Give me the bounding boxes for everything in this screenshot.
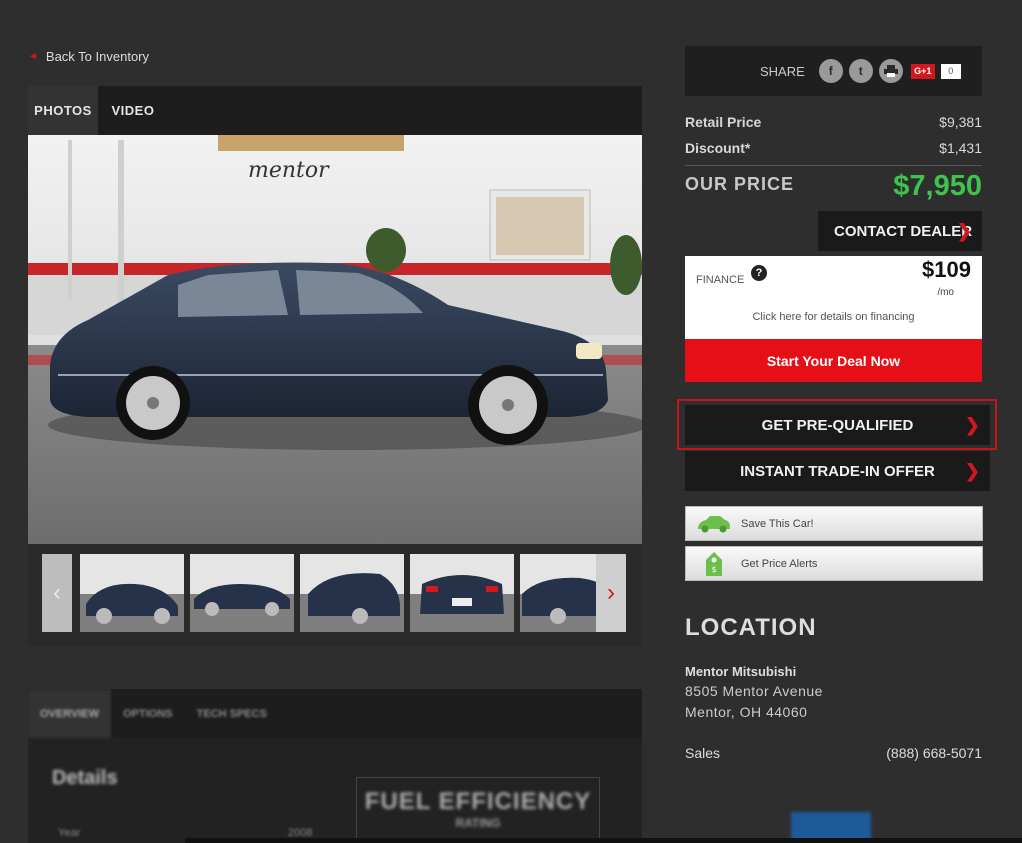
fuel-efficiency-box: FUEL EFFICIENCY RATING bbox=[356, 777, 600, 843]
thumbnail-2[interactable] bbox=[190, 554, 294, 632]
get-pre-qualified-label: GET PRE-QUALIFIED bbox=[761, 416, 914, 434]
location-heading: LOCATION bbox=[685, 614, 817, 641]
thumbnail-strip: ‹ › bbox=[28, 544, 642, 646]
thumbnail-3[interactable] bbox=[300, 554, 404, 632]
details-heading: Details bbox=[52, 767, 118, 789]
finance-per-month: /mo bbox=[937, 287, 954, 298]
help-icon[interactable]: ? bbox=[751, 265, 767, 281]
dealer-address-line2: Mentor, OH 44060 bbox=[685, 704, 808, 720]
vehicle-info-panel: OVERVIEW OPTIONS TECH SPECS Details Year… bbox=[28, 689, 642, 843]
tab-overview[interactable]: OVERVIEW bbox=[28, 689, 112, 738]
get-pre-qualified-button[interactable]: GET PRE-QUALIFIED ❯ bbox=[685, 405, 990, 445]
dealer-address-line1: 8505 Mentor Avenue bbox=[685, 683, 823, 699]
google-plus-icon[interactable]: G+1 bbox=[910, 63, 935, 79]
discount-label: Discount* bbox=[685, 140, 751, 156]
tab-options[interactable]: OPTIONS bbox=[111, 689, 185, 738]
start-deal-button[interactable]: Start Your Deal Now bbox=[685, 339, 982, 382]
chevron-right-icon: › bbox=[607, 579, 615, 606]
google-plus-count: 0 bbox=[940, 63, 961, 79]
facebook-icon[interactable]: f bbox=[818, 59, 843, 83]
finance-box[interactable]: FINANCE ? $109 /mo Click here for detail… bbox=[685, 256, 982, 339]
tab-video[interactable]: VIDEO bbox=[98, 86, 168, 135]
contact-dealer-button[interactable]: CONTACT DEALER ❯ bbox=[818, 211, 982, 251]
discount-row: Discount* $1,431 bbox=[685, 140, 982, 156]
main-vehicle-photo[interactable]: mentor bbox=[28, 135, 642, 544]
thumbnail-4[interactable] bbox=[410, 554, 514, 632]
price-alerts-button[interactable]: $ Get Price Alerts bbox=[685, 546, 983, 581]
instant-trade-in-label: INSTANT TRADE-IN OFFER bbox=[740, 462, 935, 480]
dealer-sign-text: mentor bbox=[248, 158, 330, 183]
tab-tech-specs[interactable]: TECH SPECS bbox=[185, 689, 279, 738]
discount-value: $1,431 bbox=[939, 140, 982, 156]
chevron-left-icon: ‹ bbox=[53, 579, 61, 606]
svg-text:$: $ bbox=[711, 565, 716, 574]
finance-amount: $109 bbox=[922, 257, 971, 282]
save-car-label: Save This Car! bbox=[741, 517, 814, 530]
retail-price-row: Retail Price $9,381 bbox=[685, 114, 982, 130]
price-alerts-label: Get Price Alerts bbox=[741, 557, 818, 570]
save-car-button[interactable]: Save This Car! bbox=[685, 506, 983, 541]
media-tabs: PHOTOS VIDEO bbox=[28, 86, 642, 135]
year-label: Year bbox=[58, 827, 81, 839]
price-divider bbox=[685, 165, 982, 166]
chevron-right-icon: ❯ bbox=[956, 220, 972, 241]
our-price-label: OUR PRICE bbox=[685, 174, 795, 194]
fuel-efficiency-subtitle: RATING bbox=[455, 816, 501, 830]
vehicle-photo-image: mentor bbox=[28, 135, 642, 544]
share-label: SHARE bbox=[760, 63, 805, 79]
instant-trade-in-button[interactable]: INSTANT TRADE-IN OFFER ❯ bbox=[685, 451, 990, 491]
thumbnail-1[interactable] bbox=[80, 554, 184, 632]
retail-price-value: $9,381 bbox=[939, 114, 982, 130]
finance-details-link[interactable]: Click here for details on financing bbox=[685, 311, 982, 323]
retail-price-label: Retail Price bbox=[685, 114, 762, 130]
chevron-right-icon: ❯ bbox=[964, 460, 980, 481]
back-arrow-icon: ◄ bbox=[28, 51, 38, 62]
fuel-efficiency-title: FUEL EFFICIENCY bbox=[364, 788, 592, 815]
twitter-icon[interactable]: t bbox=[848, 59, 873, 83]
media-panel: PHOTOS VIDEO mentor ‹ › bbox=[28, 86, 642, 646]
finance-label: FINANCE bbox=[696, 274, 745, 286]
tab-photos[interactable]: PHOTOS bbox=[28, 86, 98, 135]
sales-label: Sales bbox=[685, 745, 721, 761]
back-to-inventory-link[interactable]: ◄ Back To Inventory bbox=[28, 49, 149, 64]
chevron-right-icon: ❯ bbox=[964, 414, 980, 435]
thumbs-next-button[interactable]: › bbox=[596, 554, 626, 632]
contact-dealer-label: CONTACT DEALER bbox=[834, 222, 973, 240]
our-price-value: $7,950 bbox=[893, 170, 982, 202]
bottom-bar bbox=[185, 838, 1022, 843]
sales-phone[interactable]: (888) 668-5071 bbox=[886, 745, 982, 761]
price-tag-icon: $ bbox=[686, 551, 741, 576]
car-icon bbox=[686, 515, 741, 533]
thumbs-prev-button[interactable]: ‹ bbox=[42, 554, 72, 632]
share-bar: SHARE f t G+1 0 bbox=[685, 46, 982, 96]
info-tabs: OVERVIEW OPTIONS TECH SPECS bbox=[28, 689, 642, 738]
back-link-label: Back To Inventory bbox=[45, 49, 149, 64]
print-icon[interactable] bbox=[878, 59, 903, 83]
dealer-name: Mentor Mitsubishi bbox=[685, 664, 797, 679]
